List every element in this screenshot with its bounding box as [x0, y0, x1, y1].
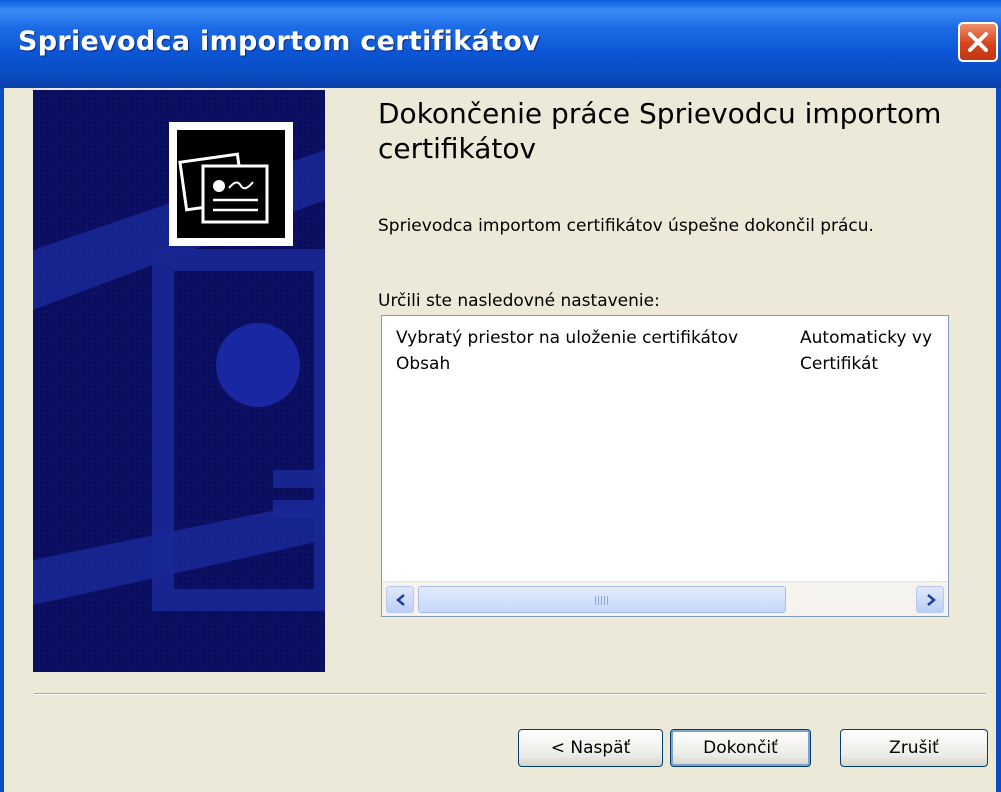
close-icon — [968, 32, 988, 52]
cancel-button[interactable]: Zrušiť — [840, 729, 988, 767]
certificate-icon — [169, 122, 293, 246]
settings-label: Určili ste nasledovné nastavenie: — [378, 291, 660, 311]
scrollbar-thumb[interactable] — [418, 586, 786, 613]
window-border-left — [0, 88, 4, 792]
horizontal-scrollbar[interactable] — [382, 581, 948, 616]
scroll-right-button[interactable] — [916, 586, 944, 613]
window-border-right — [996, 88, 1001, 792]
window-title: Sprievodca importom certifikátov — [18, 26, 540, 57]
settings-row-value: Certifikát — [800, 354, 879, 374]
completion-message: Sprievodca importom certifikátov úspešne… — [378, 216, 874, 236]
arrow-left-icon — [396, 594, 405, 606]
settings-row-name: Vybratý priestor na uloženie certifikáto… — [396, 328, 739, 348]
back-button[interactable]: < Naspäť — [518, 729, 663, 767]
close-button[interactable] — [958, 22, 998, 62]
page-heading: Dokončenie práce Sprievodcu importom cer… — [378, 97, 942, 165]
settings-listbox[interactable]: Vybratý priestor na uloženie certifikáto… — [381, 315, 949, 617]
title-bar[interactable]: Sprievodca importom certifikátov — [0, 0, 1001, 88]
dialog-window: Sprievodca importom certifikátov Dokonče… — [0, 0, 1001, 792]
divider — [34, 693, 986, 695]
wizard-banner — [33, 90, 336, 672]
settings-row-name: Obsah — [396, 354, 451, 374]
settings-row-value: Automaticky vy — [800, 328, 933, 348]
grip-icon — [595, 596, 609, 605]
finish-button[interactable]: Dokončiť — [670, 729, 811, 767]
arrow-right-icon — [927, 594, 936, 606]
scroll-left-button[interactable] — [386, 586, 414, 613]
